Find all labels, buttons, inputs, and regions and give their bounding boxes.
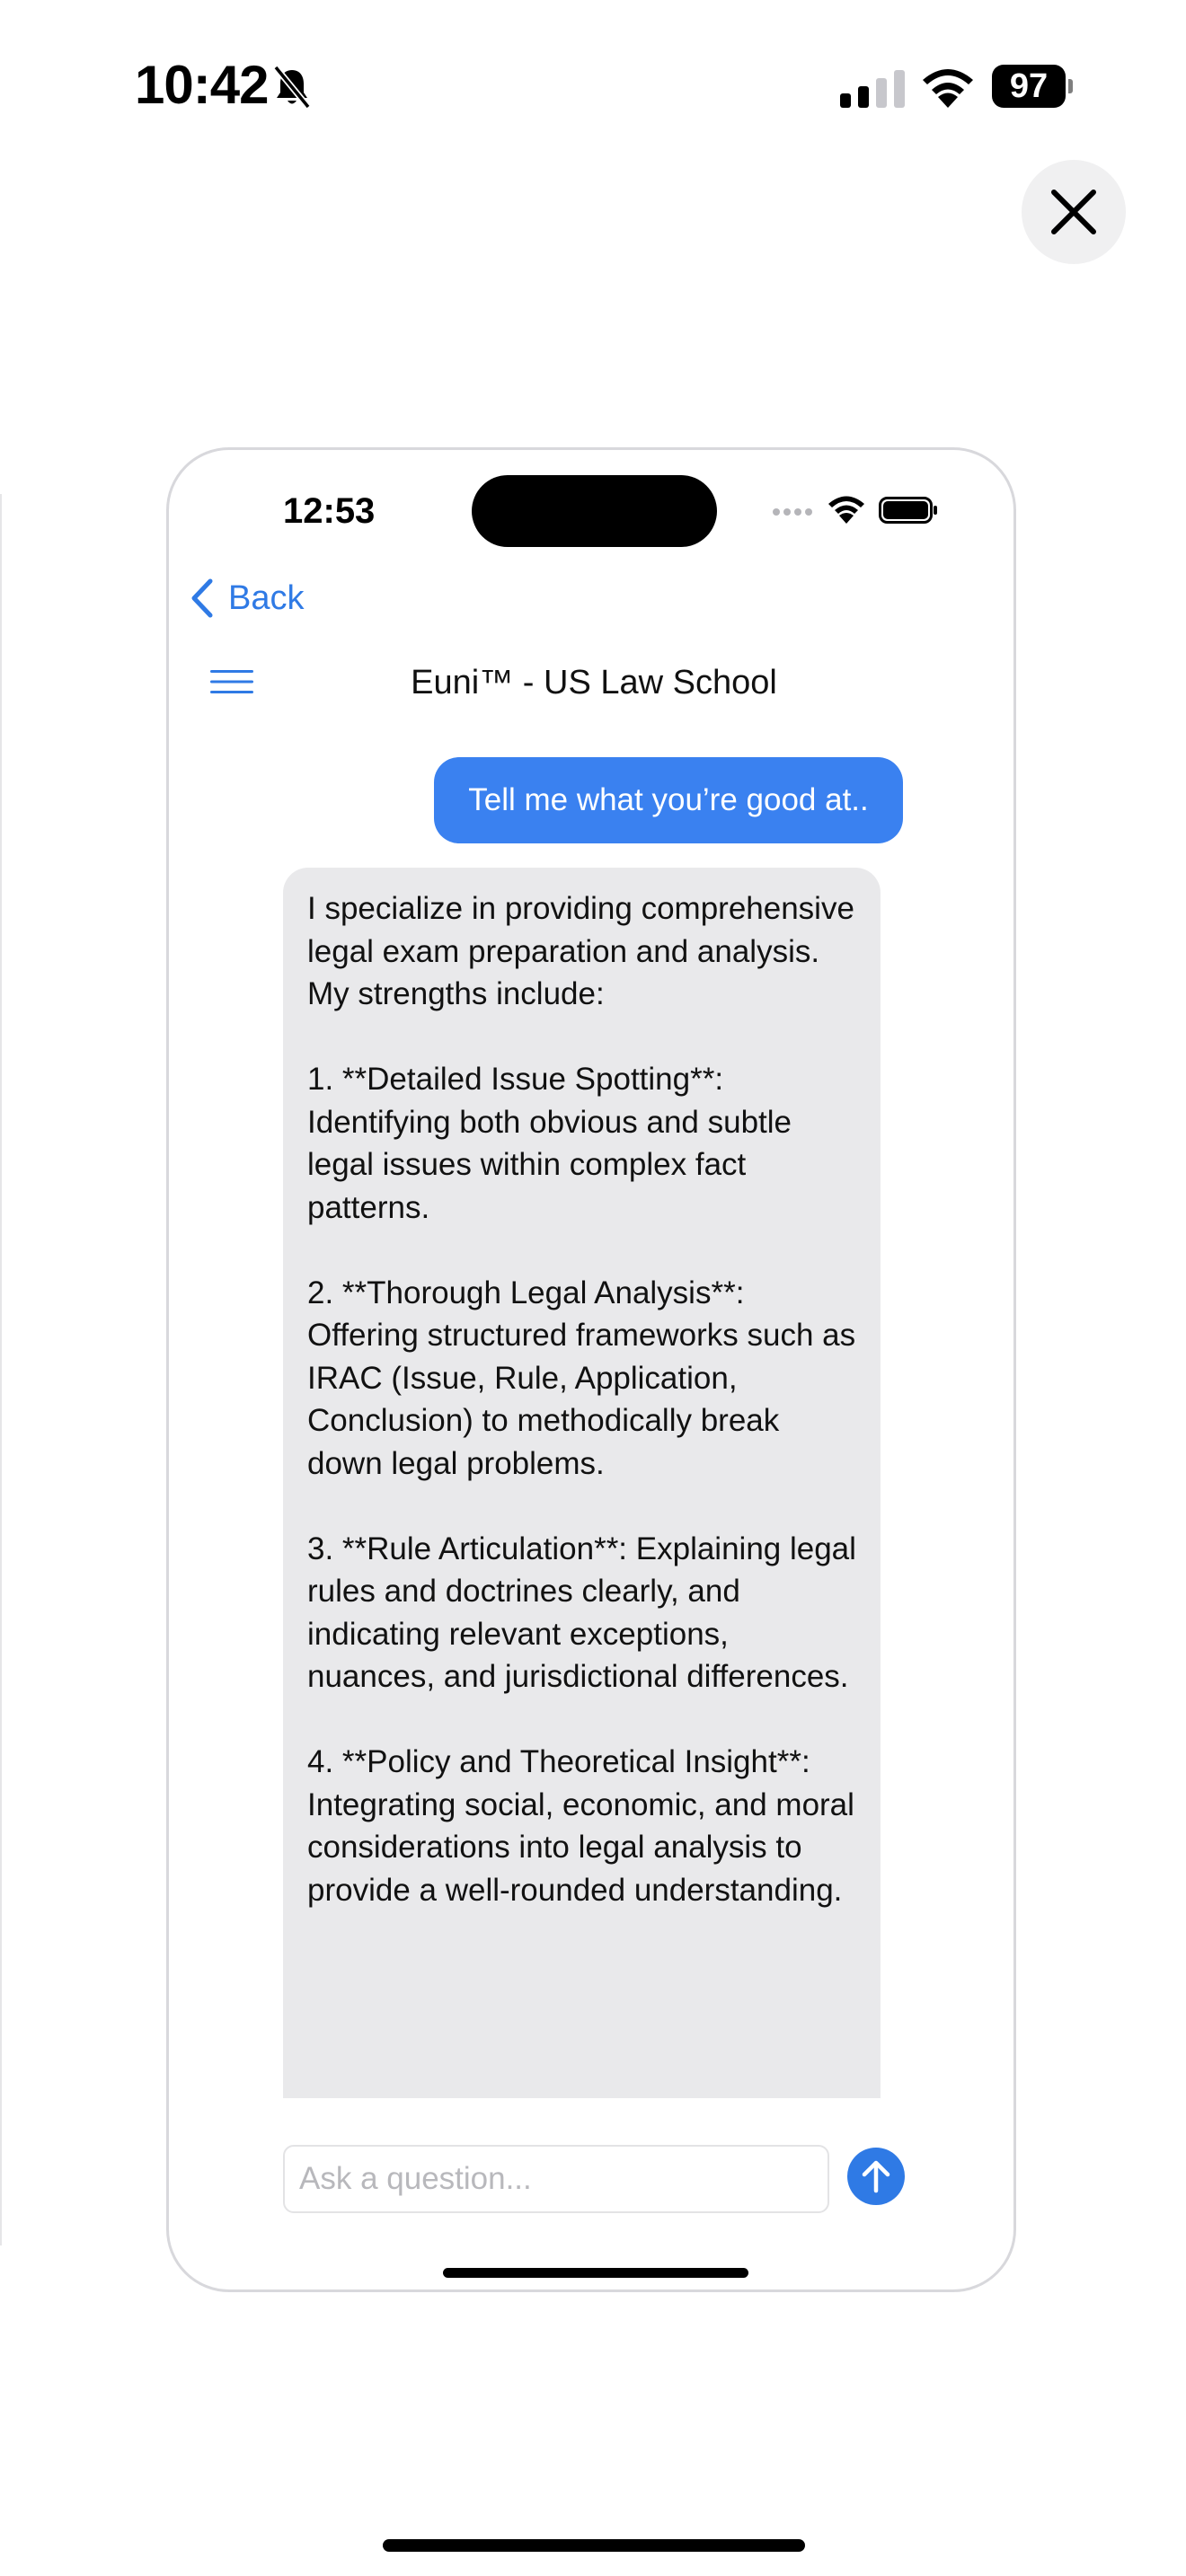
assistant-paragraph: 2. **Thorough Legal Analysis**: Offering…: [307, 1275, 856, 1481]
close-button[interactable]: [1022, 160, 1126, 264]
dynamic-island: [472, 475, 717, 547]
battery-icon: 97: [992, 65, 1073, 108]
back-button[interactable]: Back: [190, 576, 304, 621]
assistant-paragraph: 3. **Rule Articulation**: Explaining leg…: [307, 1531, 856, 1695]
sheet-edge-divider: [0, 494, 2, 2245]
send-button[interactable]: [847, 2148, 905, 2205]
chat-title: Euni™ - US Law School: [411, 664, 777, 701]
home-indicator[interactable]: [383, 2539, 805, 2552]
arrow-up-icon: [862, 2160, 890, 2193]
phone-preview-frame: 12:53 Back Euni™ - US Law School Tell me…: [166, 447, 1016, 2292]
back-label: Back: [228, 578, 305, 617]
chevron-left-icon: [191, 578, 213, 618]
user-message-bubble: Tell me what you’re good at..: [434, 757, 903, 843]
assistant-paragraph: 1. **Detailed Issue Spotting**: Identify…: [307, 1062, 792, 1225]
signal-dots-icon: [773, 508, 812, 516]
device-status-time: 10:42: [135, 55, 269, 115]
preview-wifi-icon: [828, 496, 864, 524]
wifi-icon: [923, 69, 973, 108]
assistant-paragraph: 4. **Policy and Theoretical Insight**: I…: [307, 1744, 854, 1908]
battery-level: 97: [992, 65, 1066, 108]
preview-home-indicator: [443, 2268, 748, 2278]
assistant-paragraph: I specialize in providing comprehensive …: [307, 891, 854, 1011]
bell-slash-icon: [273, 65, 311, 110]
ask-question-input[interactable]: [283, 2145, 829, 2213]
preview-status-time: 12:53: [283, 491, 376, 531]
close-x-icon: [1051, 190, 1096, 234]
cellular-signal-icon: [840, 70, 905, 108]
assistant-message-bubble: I specialize in providing comprehensive …: [283, 868, 881, 2098]
preview-battery-icon: [879, 497, 937, 524]
